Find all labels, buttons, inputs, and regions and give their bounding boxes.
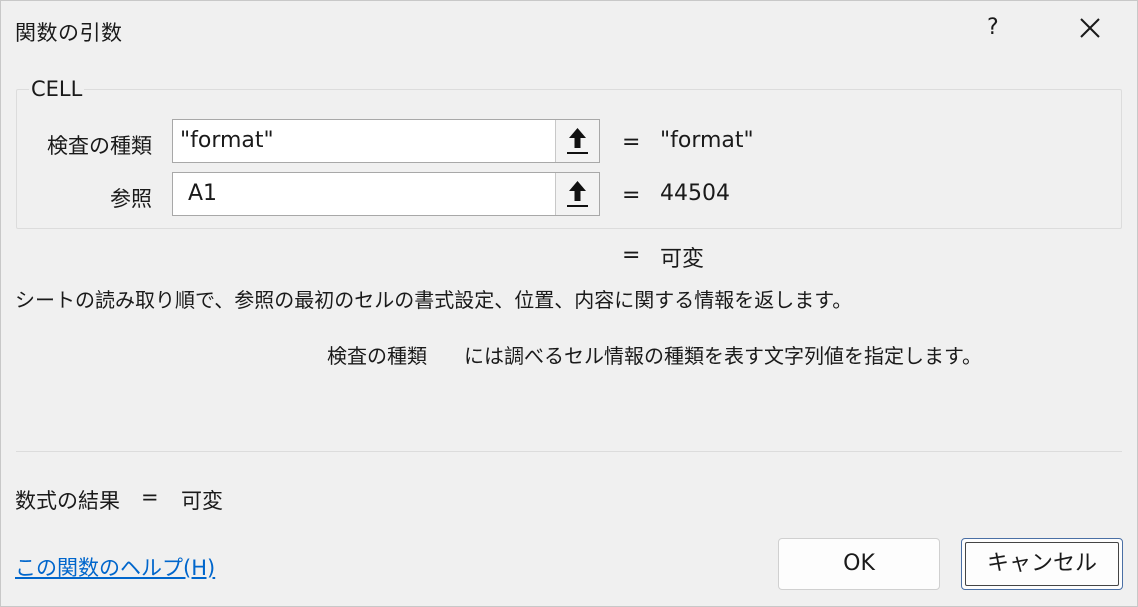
arg-input-type[interactable]: "format": [172, 119, 600, 163]
arg-input-reference[interactable]: A1: [172, 172, 600, 216]
arg-result-type: "format": [660, 128, 754, 153]
argument-description-text: には調べるセル情報の種類を表す文字列値を指定します。: [464, 344, 982, 368]
formula-result-eq: =: [141, 485, 159, 509]
collapse-dialog-button-type[interactable]: [555, 120, 599, 162]
function-arguments-dialog: 関数の引数 ? CELL 検査の種類 "format" = "format" 参…: [0, 0, 1138, 607]
title-bar[interactable]: 関数の引数 ?: [1, 1, 1137, 63]
cancel-button-label: キャンセル: [986, 551, 1097, 576]
function-result-value: 可変: [660, 247, 705, 272]
close-button[interactable]: [1075, 13, 1105, 43]
function-description: シートの読み取り順で、参照の最初のセルの書式設定、位置、内容に関する情報を返しま…: [15, 288, 853, 312]
arg-input-reference-value: A1: [188, 181, 218, 206]
up-arrow-icon: [567, 128, 588, 154]
arg-input-type-value: "format": [180, 128, 274, 153]
close-icon: [1080, 18, 1100, 38]
argument-description-name: 検査の種類: [327, 344, 427, 368]
divider: [16, 451, 1122, 452]
dialog-title: 関数の引数: [15, 21, 123, 45]
arg-eq-type: =: [622, 130, 641, 155]
function-result-eq: =: [622, 243, 641, 268]
formula-result-label: 数式の結果: [15, 489, 120, 513]
arg-label-reference: 参照: [110, 187, 152, 211]
cancel-button[interactable]: キャンセル: [961, 538, 1123, 590]
up-arrow-icon: [567, 181, 588, 207]
function-name: CELL: [29, 77, 85, 101]
ok-button[interactable]: OK: [778, 538, 940, 590]
arg-result-reference: 44504: [660, 181, 730, 206]
help-button[interactable]: ?: [987, 15, 999, 40]
formula-result-value: 可変: [181, 489, 223, 513]
function-help-link[interactable]: この関数のヘルプ(H): [15, 552, 215, 582]
arg-label-type: 検査の種類: [47, 134, 152, 158]
collapse-dialog-button-reference[interactable]: [555, 173, 599, 215]
arg-eq-reference: =: [622, 183, 641, 208]
